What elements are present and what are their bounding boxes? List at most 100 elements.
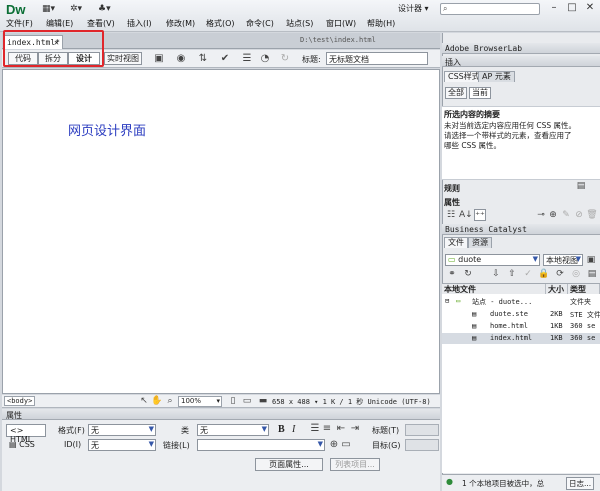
checkin-icon[interactable]: 🔒 bbox=[538, 268, 550, 280]
maximize-button[interactable]: □ bbox=[563, 1, 581, 15]
catalyst-panel-header[interactable]: Business Catalyst bbox=[442, 224, 600, 235]
id-select[interactable]: 无 ▼ bbox=[88, 439, 156, 451]
sync-icon[interactable]: ⟳ bbox=[554, 268, 566, 280]
browserlab-panel-header[interactable]: Adobe BrowserLab bbox=[442, 43, 600, 54]
menu-insert[interactable]: 插入(I) bbox=[127, 18, 152, 29]
menu-view[interactable]: 查看(V) bbox=[87, 18, 115, 29]
multiscreen-icon[interactable]: ▣ bbox=[152, 52, 166, 65]
sync-local-icon[interactable]: ◎ bbox=[570, 268, 582, 280]
menu-file[interactable]: 文件(F) bbox=[6, 18, 33, 29]
menu-window[interactable]: 窗口(W) bbox=[326, 18, 356, 29]
menu-help[interactable]: 帮助(H) bbox=[367, 18, 395, 29]
validate-icon[interactable]: ✔ bbox=[218, 52, 232, 65]
insert-panel-header[interactable]: 插入 bbox=[442, 56, 600, 67]
design-canvas[interactable] bbox=[2, 69, 440, 394]
menu-command[interactable]: 命令(C) bbox=[246, 18, 274, 29]
checkout-icon[interactable]: ✓ bbox=[522, 268, 534, 280]
browser-preview-icon[interactable]: ◉ bbox=[174, 52, 188, 65]
site-select[interactable]: ▭ duote ▼ bbox=[445, 254, 540, 266]
css-all-button[interactable]: 全部 bbox=[445, 87, 467, 99]
chevron-down-icon: ▼ bbox=[575, 255, 581, 263]
browse-folder-icon[interactable]: ▭ bbox=[340, 438, 352, 451]
tab-ap-elements[interactable]: AP 元素 bbox=[478, 71, 515, 82]
collapse-icon[interactable]: ⊟ bbox=[445, 297, 449, 305]
indent-icon[interactable]: ⇥ bbox=[348, 422, 362, 435]
expand-icon[interactable]: ▣ bbox=[585, 254, 597, 266]
col-local-files[interactable]: 本地文件 bbox=[442, 284, 546, 294]
bold-button[interactable]: B bbox=[278, 424, 285, 435]
zoom-icon[interactable]: ⌕ bbox=[163, 395, 177, 408]
properties-header[interactable]: 属性 bbox=[2, 409, 440, 420]
view-select[interactable]: 本地视图 ▼ bbox=[543, 254, 583, 266]
file-type: 360 se bbox=[570, 334, 596, 342]
connect-icon[interactable]: ⚭ bbox=[446, 268, 458, 280]
zoom-select[interactable]: 100% ▾ bbox=[178, 396, 222, 407]
link-input[interactable]: ▼ bbox=[197, 439, 325, 451]
mobile-size-icon[interactable]: ▯ bbox=[226, 395, 240, 408]
file-name: 站点 - duote... bbox=[472, 298, 533, 306]
visual-aids-icon[interactable]: ☰ bbox=[240, 52, 254, 65]
link-css-icon[interactable]: ⊸ bbox=[535, 209, 547, 221]
tab-assets[interactable]: 资源 bbox=[468, 237, 492, 248]
file-row-selected[interactable]: ▤ index.html 1KB 360 se bbox=[442, 333, 600, 344]
log-button[interactable]: 日志... bbox=[566, 477, 595, 490]
class-select[interactable]: 无 ▼ bbox=[197, 424, 269, 436]
outdent-icon[interactable]: ⇤ bbox=[334, 422, 348, 435]
set-properties-icon[interactable]: ⁺⁺ bbox=[474, 209, 486, 221]
file-manage-icon[interactable]: ⇅ bbox=[196, 52, 210, 65]
tablet-size-icon[interactable]: ▭ bbox=[240, 395, 254, 408]
menu-format[interactable]: 格式(O) bbox=[206, 18, 235, 29]
compat-check-icon[interactable]: ◔ bbox=[258, 52, 272, 65]
page-properties-button[interactable]: 页面属性... bbox=[255, 458, 323, 471]
css-summary-title: 所选内容的摘要 bbox=[444, 110, 500, 119]
desktop-size-icon[interactable]: ▬ bbox=[256, 395, 270, 408]
menu-site[interactable]: 站点(S) bbox=[286, 18, 313, 29]
get-files-icon[interactable]: ⇩ bbox=[490, 268, 502, 280]
format-select[interactable]: 无 ▼ bbox=[88, 424, 156, 436]
css-mode-button[interactable]: ▤ CSS bbox=[6, 439, 46, 452]
zoom-value: 100% bbox=[181, 397, 202, 405]
user-icon[interactable]: ♣▾ bbox=[98, 4, 111, 16]
edit-rule-icon[interactable]: ▤ bbox=[575, 180, 587, 192]
title-field-label: 标题(T) bbox=[372, 426, 400, 435]
layout-icon[interactable]: ▦▾ bbox=[42, 4, 55, 16]
menu-edit[interactable]: 编辑(E) bbox=[46, 18, 73, 29]
point-to-file-icon[interactable]: ⊕ bbox=[328, 438, 340, 451]
italic-button[interactable]: I bbox=[292, 424, 295, 435]
col-size[interactable]: 大小 bbox=[546, 284, 568, 294]
hand-icon[interactable]: ✋ bbox=[150, 395, 164, 408]
search-input[interactable]: ⌕ bbox=[440, 3, 540, 15]
refresh-icon[interactable]: ↻ bbox=[278, 52, 292, 65]
list-item-button[interactable]: 列表项目... bbox=[330, 458, 380, 471]
gear-icon[interactable]: ✲▾ bbox=[70, 4, 82, 16]
target-field[interactable] bbox=[405, 439, 439, 451]
menu-modify[interactable]: 修改(M) bbox=[166, 18, 195, 29]
alpha-sort-icon[interactable]: A↓ bbox=[459, 209, 473, 221]
tab-files[interactable]: 文件 bbox=[444, 237, 468, 248]
minimize-button[interactable]: – bbox=[545, 1, 563, 15]
live-view-button[interactable]: 实时视图 bbox=[104, 52, 142, 65]
file-row[interactable]: ▤ home.html 1KB 360 se bbox=[442, 321, 600, 332]
document-title-input[interactable]: 无标题文档 bbox=[326, 52, 428, 65]
ordered-list-icon[interactable]: ≡ bbox=[320, 422, 334, 435]
close-window-button[interactable]: ✕ bbox=[581, 1, 599, 15]
file-row[interactable]: ⊟ ▭ 站点 - duote... 文件夹 bbox=[442, 296, 600, 307]
refresh-icon[interactable]: ↻ bbox=[462, 268, 474, 280]
css-current-button[interactable]: 当前 bbox=[469, 87, 491, 99]
rules-section[interactable]: 规则 bbox=[444, 183, 460, 194]
col-type[interactable]: 类型 bbox=[568, 284, 600, 294]
pointer-icon[interactable]: ↖ bbox=[137, 395, 151, 408]
put-files-icon[interactable]: ⇧ bbox=[506, 268, 518, 280]
new-rule-icon[interactable]: ⊕ bbox=[547, 209, 559, 221]
attributes-section[interactable]: 属性 bbox=[444, 197, 460, 208]
disable-icon[interactable]: ⊘ bbox=[573, 209, 585, 221]
expand-panel-icon[interactable]: ▤ bbox=[586, 268, 598, 280]
file-row[interactable]: ▤ duote.ste 2KB STE 文件 bbox=[442, 309, 600, 320]
html-mode-button[interactable]: <> HTML bbox=[6, 424, 46, 444]
category-view-icon[interactable]: ☷ bbox=[445, 209, 457, 221]
title-field[interactable] bbox=[405, 424, 439, 436]
workspace-switcher[interactable]: 设计器 ▾ bbox=[398, 3, 429, 14]
trash-icon[interactable]: 🗑 bbox=[586, 209, 598, 221]
tag-selector[interactable]: <body> bbox=[4, 396, 36, 406]
edit-icon[interactable]: ✎ bbox=[560, 209, 572, 221]
